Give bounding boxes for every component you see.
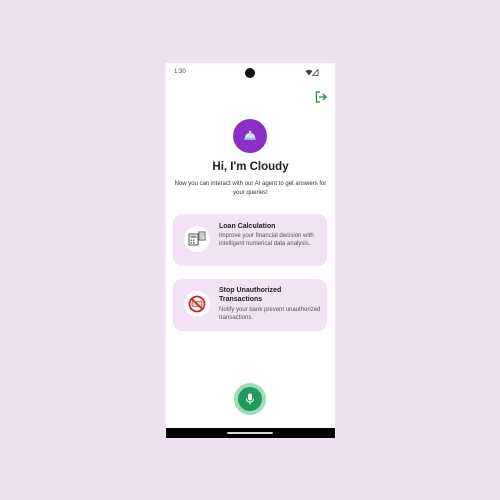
cellular-signal-icon [311,69,319,76]
navigation-bar [166,428,335,438]
avatar [233,119,267,153]
loan-calculation-card[interactable]: Loan Calculation Improve your financial … [173,214,327,266]
microphone-button[interactable] [234,383,266,415]
status-bar: 1:30 [166,63,335,83]
card-description: Improve your financial decision with int… [219,233,314,247]
logout-icon [315,91,327,103]
status-time: 1:30 [174,69,186,75]
stop-unauthorized-transactions-card[interactable]: Stop Unauthorized Transactions Notify yo… [173,279,327,331]
no-fraud-icon [184,291,210,317]
phone-screen: 1:30 Hi, I'm Cloudy Now you can interact… [166,63,335,438]
microphone-icon [246,393,254,405]
calculator-icon [184,226,210,252]
card-title: Loan Calculation [219,223,276,230]
cloud-bot-icon [244,130,256,140]
wifi-icon [305,69,313,76]
home-indicator[interactable] [227,432,273,434]
greeting-subtitle: Now you can interact with our AI agent t… [174,181,327,196]
camera-cutout [245,68,255,78]
card-title: Stop Unauthorized Transactions [219,287,282,303]
card-description: Notify your bank prevent unauthorized tr… [219,307,321,321]
logout-button[interactable] [314,90,328,104]
microphone-button-inner [238,387,262,411]
signal-icons [305,69,319,76]
greeting-title: Hi, I'm Cloudy [212,161,289,173]
